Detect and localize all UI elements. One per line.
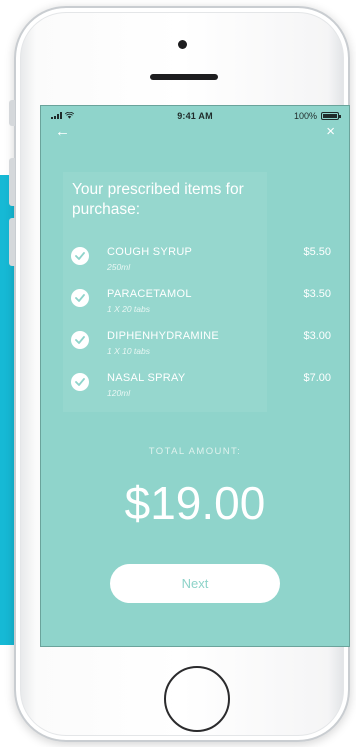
- check-circle-icon[interactable]: [71, 373, 89, 391]
- item-detail: 1 X 10 tabs: [107, 346, 151, 356]
- list-item: PARACETAMOL 1 X 20 tabs $3.50: [71, 286, 331, 322]
- item-price: $3.00: [303, 330, 331, 342]
- purchase-title: Your prescribed items for purchase:: [72, 181, 244, 218]
- phone-screen: 9:41 AM 100% ← × Your prescribed items f…: [40, 105, 350, 647]
- item-price: $7.00: [303, 372, 331, 384]
- check-circle-icon[interactable]: [71, 289, 89, 307]
- item-detail: 1 X 20 tabs: [107, 304, 151, 314]
- item-detail: 120ml: [107, 388, 131, 398]
- mute-switch: [9, 100, 15, 126]
- status-bar: 9:41 AM 100%: [41, 106, 349, 126]
- item-name: PARACETAMOL: [107, 288, 192, 300]
- list-item: COUGH SYRUP 250ml $5.50: [71, 244, 331, 280]
- item-name: DIPHENHYDRAMINE: [107, 330, 220, 342]
- status-right: 100%: [293, 111, 341, 121]
- next-button[interactable]: Next: [110, 564, 280, 603]
- battery-percentage: 100%: [293, 111, 317, 121]
- list-item: NASAL SPRAY 120ml $7.00: [71, 370, 331, 406]
- total-amount-label: TOTAL AMOUNT:: [148, 446, 242, 457]
- total-amount-value: $19.00: [124, 477, 266, 529]
- item-detail: 250ml: [107, 262, 131, 272]
- item-price: $5.50: [303, 246, 331, 258]
- item-price: $3.50: [303, 288, 331, 300]
- item-name: COUGH SYRUP: [107, 246, 193, 258]
- volume-up-button: [9, 158, 15, 206]
- list-item: DIPHENHYDRAMINE 1 X 10 tabs $3.00: [71, 328, 331, 364]
- check-circle-icon[interactable]: [71, 247, 89, 265]
- earpiece-speaker: [150, 74, 218, 80]
- battery-icon: [321, 112, 341, 120]
- back-arrow-icon[interactable]: ←: [55, 124, 70, 139]
- volume-down-button: [9, 218, 15, 266]
- front-camera: [178, 40, 187, 49]
- close-icon[interactable]: ×: [326, 124, 335, 139]
- stage: 9:41 AM 100% ← × Your prescribed items f…: [0, 0, 356, 747]
- item-name: NASAL SPRAY: [107, 372, 186, 384]
- check-circle-icon[interactable]: [71, 331, 89, 349]
- home-button[interactable]: [164, 666, 230, 732]
